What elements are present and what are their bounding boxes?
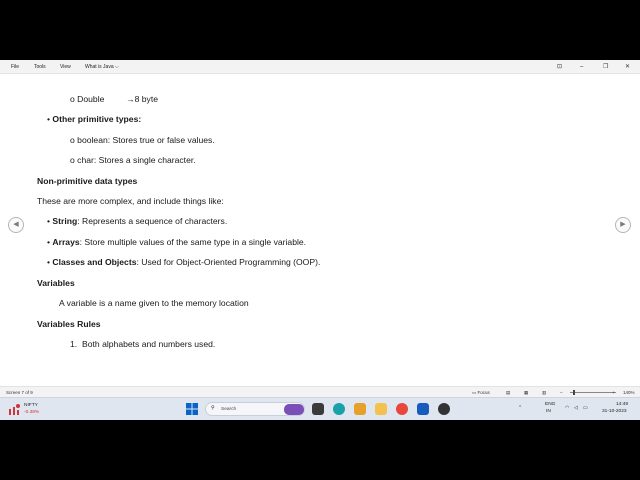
chevron-up-icon[interactable]: ⌃ xyxy=(518,406,522,412)
menu-view[interactable]: View xyxy=(60,64,71,70)
variables-heading: Variables xyxy=(37,278,75,288)
chevron-right-icon: ▶ xyxy=(620,221,626,228)
stock-chart-icon xyxy=(9,404,20,415)
double-size: →8 byte xyxy=(126,94,159,104)
focus-icon: ▭ xyxy=(472,390,477,395)
copilot-icon[interactable] xyxy=(354,403,366,415)
sub-bullet-double: o Double xyxy=(70,94,105,104)
non-primitive-heading: Non-primitive data types xyxy=(37,176,138,186)
maximize-button[interactable]: ❐ xyxy=(603,63,608,71)
taskbar: NIFTY -0.38% ⚲ Search ⌃ ENG IN ◠ ◁ ▭ 14:… xyxy=(0,397,640,420)
document-title: What is Java xyxy=(85,64,114,70)
next-screen-button[interactable]: ▶ xyxy=(615,217,631,233)
rule-1-text: Both alphabets and numbers used. xyxy=(82,339,216,349)
print-layout-icon[interactable]: ▦ xyxy=(524,390,528,395)
arrays-term: Arrays xyxy=(52,237,80,247)
menu-tools[interactable]: Tools xyxy=(34,64,46,70)
chevron-left-icon: ◀ xyxy=(13,221,19,228)
stock-name: NIFTY xyxy=(24,403,38,408)
string-desc: : Represents a sequence of characters. xyxy=(77,216,228,226)
restore-alt-icon[interactable]: ⊡ xyxy=(557,63,562,71)
zoom-in-icon[interactable]: + xyxy=(612,390,615,395)
edge-browser-icon[interactable] xyxy=(333,403,345,415)
bullet-string: • String: Represents a sequence of chara… xyxy=(47,216,227,227)
classes-term: Classes and Objects xyxy=(52,257,137,267)
search-highlight-icon xyxy=(284,404,304,415)
stock-change: -0.38% xyxy=(24,410,40,415)
language-region[interactable]: IN xyxy=(546,409,551,415)
bullet-icon: • xyxy=(47,114,51,124)
close-button[interactable]: ✕ xyxy=(625,63,630,71)
wifi-icon[interactable]: ◠ xyxy=(565,406,569,412)
zoom-slider[interactable] xyxy=(570,392,616,393)
bullet-classes: • Classes and Objects: Used for Object-O… xyxy=(47,257,320,268)
battery-icon[interactable]: ▭ xyxy=(583,406,588,412)
chevron-down-icon: ⌵ xyxy=(115,64,119,70)
task-view-icon[interactable] xyxy=(312,403,324,415)
word-app-icon[interactable] xyxy=(417,403,429,415)
read-mode-icon[interactable]: ▤ xyxy=(506,390,510,395)
clock-date[interactable]: 31-10-2023 xyxy=(602,409,627,415)
non-primitive-intro: These are more complex, and include thin… xyxy=(37,196,224,206)
menu-file[interactable]: File xyxy=(11,64,19,70)
minimize-button[interactable]: – xyxy=(580,63,583,71)
bullet-icon: • xyxy=(47,237,51,247)
zoom-level[interactable]: 140% xyxy=(623,390,635,395)
screen: File Tools View What is Java ⌵ ⊡ – ❐ ✕ o… xyxy=(0,0,640,480)
focus-label: Focus xyxy=(477,390,490,395)
rule-1-number: 1. xyxy=(70,339,78,349)
menu-bar: File Tools View What is Java ⌵ ⊡ – ❐ ✕ xyxy=(0,60,640,74)
chrome-browser-icon[interactable] xyxy=(396,403,408,415)
previous-screen-button[interactable]: ◀ xyxy=(8,217,24,233)
string-term: String xyxy=(52,216,78,226)
variables-rules-heading: Variables Rules xyxy=(37,319,101,329)
other-primitive-heading: Other primitive types: xyxy=(52,114,142,124)
sub-bullet-boolean: o boolean: Stores true or false values. xyxy=(70,135,215,145)
arrays-desc: : Store multiple values of the same type… xyxy=(79,237,307,247)
document-title-menu[interactable]: What is Java ⌵ xyxy=(85,64,119,70)
status-bar: Screen 7 of 9 ▭ Focus ▤ ▦ ▥ – + 140% xyxy=(0,386,640,397)
variables-definition: A variable is a name given to the memory… xyxy=(59,298,249,308)
bullet-other-primitive: • Other primitive types: xyxy=(47,114,141,125)
bullet-icon: • xyxy=(47,257,51,267)
reader-app-window: File Tools View What is Java ⌵ ⊡ – ❐ ✕ o… xyxy=(0,60,640,420)
sub-bullet-char: o char: Stores a single character. xyxy=(70,155,196,165)
file-explorer-icon[interactable] xyxy=(375,403,387,415)
web-layout-icon[interactable]: ▥ xyxy=(542,390,546,395)
bullet-icon: • xyxy=(47,216,51,226)
clock-time[interactable]: 14:49 xyxy=(616,402,628,408)
windows-start-icon[interactable] xyxy=(186,403,198,415)
search-placeholder: Search xyxy=(221,406,237,412)
app-icon[interactable] xyxy=(438,403,450,415)
bullet-arrays: • Arrays: Store multiple values of the s… xyxy=(47,237,306,248)
taskbar-search-box[interactable]: ⚲ Search xyxy=(205,402,305,416)
search-icon: ⚲ xyxy=(211,406,215,411)
screen-counter: Screen 7 of 9 xyxy=(6,390,33,395)
focus-button[interactable]: ▭ Focus xyxy=(472,390,490,395)
language-primary[interactable]: ENG xyxy=(545,402,555,408)
document-page: o Double →8 byte • Other primitive types… xyxy=(0,74,640,386)
zoom-out-icon[interactable]: – xyxy=(560,390,563,395)
classes-desc: : Used for Object-Oriented Programming (… xyxy=(136,257,321,267)
zoom-slider-thumb[interactable] xyxy=(573,390,575,395)
volume-icon[interactable]: ◁ xyxy=(574,406,578,412)
